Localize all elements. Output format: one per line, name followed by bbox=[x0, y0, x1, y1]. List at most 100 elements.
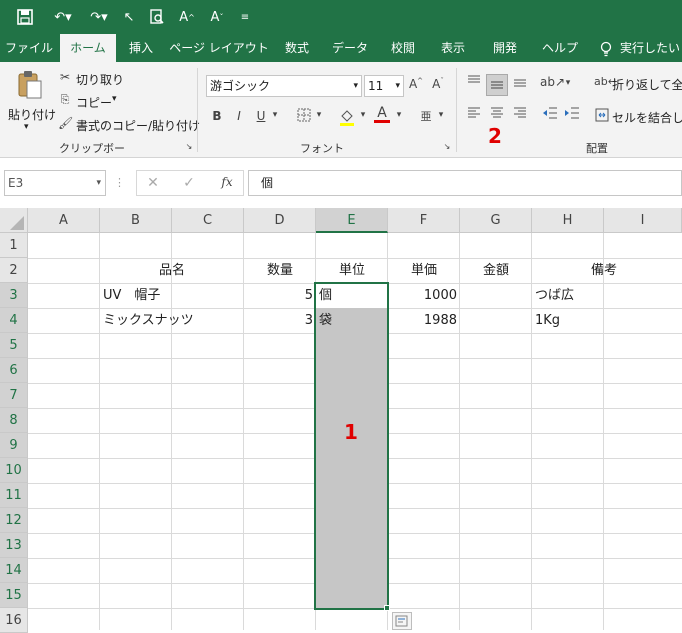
row-header-8[interactable]: 8 bbox=[0, 408, 28, 433]
font-launcher-icon[interactable]: ↘ bbox=[442, 142, 452, 151]
insert-function-button[interactable]: fx bbox=[217, 175, 237, 189]
cell-h3[interactable]: つば広 bbox=[535, 283, 574, 308]
align-bottom-icon[interactable] bbox=[510, 74, 530, 96]
font-grow-icon[interactable]: A ^ bbox=[176, 6, 198, 28]
enter-check-icon[interactable]: ✓ bbox=[181, 175, 197, 191]
row-header-1[interactable]: 1 bbox=[0, 233, 28, 258]
paste-icon[interactable] bbox=[16, 70, 44, 100]
fill-color-icon[interactable] bbox=[338, 108, 356, 129]
cell-f3[interactable]: 1000 bbox=[388, 283, 457, 308]
bold-button[interactable]: B bbox=[210, 109, 224, 123]
paste-dropdown-icon[interactable]: ▾ bbox=[24, 122, 29, 132]
row-header-7[interactable]: 7 bbox=[0, 383, 28, 408]
align-right-icon[interactable] bbox=[510, 106, 530, 128]
merge-cells-button[interactable]: セルを結合して bbox=[612, 109, 682, 126]
cell-h2[interactable]: 備考 bbox=[532, 258, 676, 283]
format-painter-icon[interactable]: 🖌 bbox=[58, 116, 73, 130]
row-header-12[interactable]: 12 bbox=[0, 508, 28, 533]
tab-file[interactable]: ファイル bbox=[0, 34, 58, 62]
wrap-text-icon[interactable]: ab↵ bbox=[594, 75, 617, 88]
align-left-icon[interactable] bbox=[464, 106, 484, 128]
font-color-icon[interactable]: A bbox=[374, 106, 390, 123]
italic-button[interactable]: I bbox=[232, 109, 246, 123]
column-header-g[interactable]: G bbox=[460, 208, 532, 233]
cancel-icon[interactable]: ✕ bbox=[145, 175, 161, 191]
borders-dropdown-icon[interactable]: ▾ bbox=[314, 110, 324, 120]
tab-insert[interactable]: 挿入 bbox=[118, 34, 164, 62]
column-header-d[interactable]: D bbox=[244, 208, 316, 233]
row-header-15[interactable]: 15 bbox=[0, 583, 28, 608]
cut-button[interactable]: 切り取り bbox=[76, 71, 124, 88]
cell-f2[interactable]: 単価 bbox=[388, 258, 460, 283]
align-top-icon[interactable] bbox=[464, 74, 484, 96]
column-header-i[interactable]: I bbox=[604, 208, 682, 233]
cell-b2[interactable]: 品名 bbox=[100, 258, 244, 283]
row-header-9[interactable]: 9 bbox=[0, 433, 28, 458]
tab-home[interactable]: ホーム bbox=[60, 34, 116, 62]
row-header-4[interactable]: 4 bbox=[0, 308, 28, 333]
quick-analysis-icon[interactable] bbox=[392, 612, 412, 630]
grow-font-icon[interactable]: A^ bbox=[408, 77, 424, 91]
row-header-5[interactable]: 5 bbox=[0, 333, 28, 358]
row-header-11[interactable]: 11 bbox=[0, 483, 28, 508]
scissors-icon[interactable]: ✂ bbox=[58, 70, 72, 84]
tab-view[interactable]: 表示 bbox=[428, 34, 478, 62]
redo-icon[interactable]: ↷▾ bbox=[84, 6, 114, 28]
cell-h4[interactable]: 1Kg bbox=[535, 308, 560, 333]
shrink-font-icon[interactable]: Aˇ bbox=[430, 77, 446, 91]
cell-e2[interactable]: 単位 bbox=[316, 258, 388, 283]
cell-e4[interactable]: 袋 bbox=[319, 308, 332, 333]
cell-f4[interactable]: 1988 bbox=[388, 308, 457, 333]
column-header-b[interactable]: B bbox=[100, 208, 172, 233]
copy-button[interactable]: コピー bbox=[76, 94, 112, 111]
wrap-text-button[interactable]: 折り返して全体 bbox=[612, 76, 682, 93]
cell-d2[interactable]: 数量 bbox=[244, 258, 316, 283]
paste-button[interactable]: 貼り付け bbox=[8, 106, 56, 123]
cell-d4[interactable]: 3 bbox=[244, 308, 313, 333]
tell-me-search[interactable]: 実行したい bbox=[620, 34, 682, 62]
underline-dropdown-icon[interactable]: ▾ bbox=[270, 110, 280, 120]
increase-indent-icon[interactable] bbox=[562, 106, 582, 128]
customize-toolbar-icon[interactable]: ≡ bbox=[234, 6, 256, 28]
cell-d3[interactable]: 5 bbox=[244, 283, 313, 308]
select-cursor-icon[interactable]: ↖ bbox=[118, 6, 140, 28]
merge-cells-icon[interactable] bbox=[594, 108, 610, 125]
select-all-button[interactable] bbox=[0, 208, 28, 233]
column-header-a[interactable]: A bbox=[28, 208, 100, 233]
tab-formulas[interactable]: 数式 bbox=[274, 34, 320, 62]
row-header-3[interactable]: 3 bbox=[0, 283, 28, 308]
column-header-e[interactable]: E bbox=[316, 208, 388, 233]
row-header-6[interactable]: 6 bbox=[0, 358, 28, 383]
name-box[interactable]: E3 ▾ bbox=[4, 170, 106, 196]
copy-dropdown-icon[interactable]: ▾ bbox=[112, 94, 117, 104]
cell-b4[interactable]: ミックスナッツ bbox=[103, 308, 194, 333]
font-shrink-icon[interactable]: Aˇ bbox=[206, 6, 228, 28]
font-color-dropdown-icon[interactable]: ▾ bbox=[394, 110, 404, 120]
column-header-h[interactable]: H bbox=[532, 208, 604, 233]
format-painter-button[interactable]: 書式のコピー/貼り付け bbox=[76, 117, 200, 134]
row-header-10[interactable]: 10 bbox=[0, 458, 28, 483]
tab-page-layout[interactable]: ページ レイアウト bbox=[166, 34, 272, 62]
cell-e3[interactable]: 個 bbox=[319, 283, 332, 308]
clipboard-launcher-icon[interactable]: ↘ bbox=[184, 142, 194, 151]
font-name-box[interactable]: 游ゴシック ▾ bbox=[206, 75, 362, 97]
cell-g2[interactable]: 金額 bbox=[460, 258, 532, 283]
tab-help[interactable]: ヘルプ bbox=[532, 34, 588, 62]
lightbulb-icon[interactable] bbox=[596, 34, 616, 62]
underline-button[interactable]: U bbox=[254, 109, 268, 123]
cell-b3[interactable]: UV 帽子 bbox=[103, 283, 160, 308]
copy-icon[interactable]: ⎘ bbox=[58, 93, 72, 107]
tab-data[interactable]: データ bbox=[322, 34, 378, 62]
fill-color-dropdown-icon[interactable]: ▾ bbox=[358, 110, 368, 120]
borders-icon[interactable] bbox=[296, 108, 312, 125]
align-middle-icon[interactable] bbox=[486, 74, 508, 96]
formula-input[interactable]: 個 bbox=[248, 170, 682, 196]
phonetic-dropdown-icon[interactable]: ▾ bbox=[436, 110, 446, 120]
row-header-2[interactable]: 2 bbox=[0, 258, 28, 283]
tab-developer[interactable]: 開発 bbox=[480, 34, 530, 62]
print-preview-icon[interactable] bbox=[146, 6, 168, 28]
column-header-c[interactable]: C bbox=[172, 208, 244, 233]
tab-review[interactable]: 校閲 bbox=[380, 34, 426, 62]
font-size-box[interactable]: 11 ▾ bbox=[364, 75, 404, 97]
decrease-indent-icon[interactable] bbox=[540, 106, 560, 128]
